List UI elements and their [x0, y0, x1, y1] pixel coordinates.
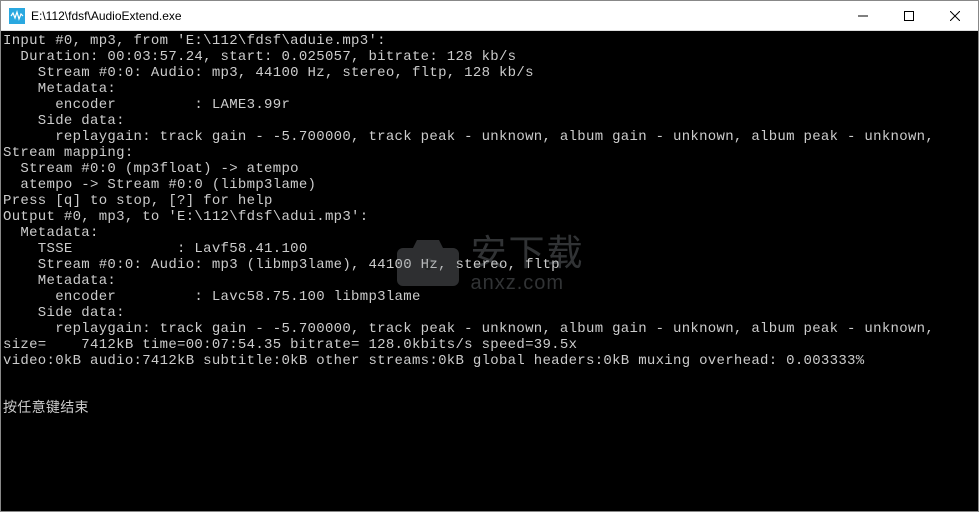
console-output: Input #0, mp3, from 'E:\112\fdsf\aduie.m… [1, 31, 978, 511]
maximize-button[interactable] [886, 1, 932, 30]
app-window: E:\112\fdsf\AudioExtend.exe Input #0, mp… [0, 0, 979, 512]
window-title: E:\112\fdsf\AudioExtend.exe [31, 9, 840, 23]
close-button[interactable] [932, 1, 978, 30]
app-icon [9, 8, 25, 24]
titlebar: E:\112\fdsf\AudioExtend.exe [1, 1, 978, 31]
window-controls [840, 1, 978, 30]
minimize-button[interactable] [840, 1, 886, 30]
